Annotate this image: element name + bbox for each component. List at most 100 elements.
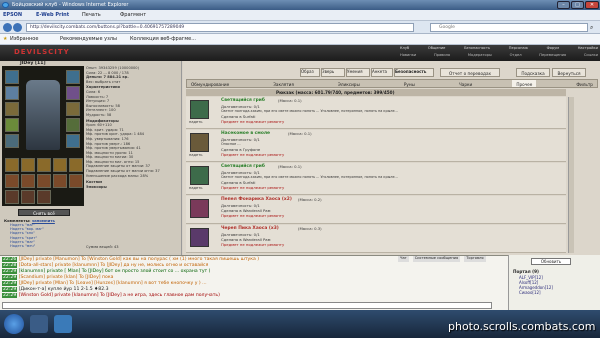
online-user[interactable]: Cwaoo[12] (519, 290, 553, 295)
tab-elixirs[interactable]: Эликсиры (334, 80, 364, 87)
favorites-bar: ★ Избранное Рекомендуемые узлы Коллекция… (0, 34, 600, 45)
tab-profile-label[interactable]: Анкета (372, 69, 387, 74)
minimize-button[interactable]: – (557, 1, 570, 9)
helmet-slot[interactable] (5, 70, 19, 84)
maximize-button[interactable]: □ (571, 1, 584, 9)
belt-slot[interactable] (5, 134, 19, 148)
section-elixirs[interactable]: Эликсиры (86, 185, 181, 190)
nav-moves[interactable]: Перемещения (539, 53, 566, 59)
favorites-item-recommended[interactable]: Рекомендуемые узлы (60, 34, 117, 45)
potion-slot-5[interactable] (69, 158, 83, 172)
chat-input[interactable] (2, 302, 492, 309)
chat-text[interactable]: [klanumnn] private [ Mlan] To [JIDey] бо… (19, 269, 211, 274)
item-action[interactable]: надеть (189, 153, 202, 157)
shield-slot[interactable] (66, 118, 80, 132)
hint-label[interactable]: Подсказка (521, 71, 544, 76)
favorites-item-webslices[interactable]: Коллекция веб-фрагме... (130, 34, 196, 45)
potion-slot-4[interactable] (53, 158, 67, 172)
refresh-button[interactable]: Обновить (531, 258, 571, 265)
nav-links[interactable]: Ссылки (584, 53, 598, 59)
explorer-icon[interactable] (30, 315, 48, 333)
item-action[interactable]: надеть (189, 186, 202, 190)
chat-tab-trade[interactable]: Торговля (464, 256, 486, 262)
scroll-slot-2[interactable] (21, 174, 35, 188)
nav-character[interactable]: Персонаж (509, 46, 528, 52)
tab-skills-label[interactable]: Умения (347, 69, 363, 74)
nav-department[interactable]: Отдел (510, 53, 522, 59)
gloves-slot[interactable] (66, 102, 80, 116)
item-thumbnail[interactable] (190, 199, 209, 218)
nav-club[interactable]: Клуб (400, 46, 409, 52)
tab-runes[interactable]: Руны (400, 80, 419, 87)
forward-icon[interactable] (13, 23, 22, 32)
eweb-print-button[interactable]: E-Web Print (36, 10, 69, 21)
nav-rules[interactable]: Правила (434, 53, 450, 59)
url-input[interactable]: http://devilscity.combats.com/buttons.pl… (26, 23, 414, 32)
scroll-slot-4[interactable] (53, 174, 67, 188)
ie-taskbar-icon[interactable] (54, 315, 72, 333)
item-name[interactable]: Светящийся гриб (221, 164, 265, 169)
nav-news[interactable]: Новинки (400, 53, 416, 59)
tab-pet-label[interactable]: Зверь (322, 69, 334, 74)
chat-tab-system[interactable]: Системные сообщения (412, 256, 461, 262)
tab-spells[interactable]: Заклятия (269, 80, 298, 87)
rune-slot-1[interactable] (5, 190, 19, 204)
back-icon[interactable] (3, 23, 12, 32)
tab-other[interactable]: Прочее (512, 80, 537, 87)
rune-slot-3[interactable] (37, 190, 51, 204)
chat-text[interactable]: [Scandium] private [klan] To [JIDey] пок… (19, 275, 114, 280)
item-thumbnail[interactable] (190, 166, 209, 185)
chat-text[interactable]: [Дикон-т-а] купле йур 11 2-1.5 ♦82.3 (19, 287, 109, 292)
item-thumbnail[interactable] (190, 228, 209, 247)
potion-slot-2[interactable] (21, 158, 35, 172)
nav-moderators[interactable]: Модераторы (468, 53, 492, 59)
search-input[interactable]: Google (430, 23, 588, 32)
tab-charms[interactable]: Чарки (455, 80, 476, 87)
item-thumbnail[interactable] (190, 133, 209, 152)
item-name[interactable]: Череп Пика Хаоса (x3) (221, 226, 279, 231)
start-icon[interactable] (4, 314, 24, 334)
nav-forum[interactable]: Форум (547, 46, 559, 52)
nav-settings[interactable]: Настройки (578, 46, 598, 52)
amulet-slot[interactable] (5, 86, 19, 100)
favorites-button[interactable]: Избранное (10, 34, 38, 45)
item-name[interactable]: Насекомое в смоле (221, 131, 270, 136)
rune-slot-2[interactable] (21, 190, 35, 204)
print-button[interactable]: Печать (82, 10, 101, 21)
tab-image-label[interactable]: Образ (301, 69, 314, 74)
tab-equipment[interactable]: Обмундирование (187, 80, 233, 87)
ring-slot[interactable] (66, 86, 80, 100)
remove-all-button[interactable]: Снять всё (18, 209, 70, 216)
chat-text[interactable]: [Winston Gold] private [klanumnn] To [JI… (19, 293, 220, 298)
search-icon[interactable]: ⌕ (590, 24, 593, 32)
scroll-slot-1[interactable] (5, 174, 19, 188)
item-name[interactable]: Пепел Фонарика Хаоса (x2) (221, 197, 292, 202)
potion-slot-1[interactable] (5, 158, 19, 172)
chat-tab-chat[interactable]: Чат (398, 256, 409, 262)
chat-tabs: Чат Системные сообщения Торговля (398, 256, 506, 262)
chat-text[interactable]: [JIDey] private [Manumon] To [Winston Go… (19, 257, 259, 262)
scroll-slot-5[interactable] (69, 174, 83, 188)
potion-slot-3[interactable] (37, 158, 51, 172)
fragment-button[interactable]: Фрагмент (120, 10, 146, 21)
earring-slot[interactable] (66, 70, 80, 84)
tab-filter[interactable]: Фильтр (572, 80, 597, 87)
weapon-slot[interactable] (5, 102, 19, 116)
chat-text[interactable]: [Dota-all-stars] private [klanumnn] To [… (19, 263, 209, 268)
close-button[interactable]: ✕ (585, 1, 599, 9)
armor-slot[interactable] (5, 118, 19, 132)
item-name[interactable]: Светящийся гриб (221, 98, 265, 103)
inventory-scrollbar[interactable] (568, 97, 574, 253)
scroll-slot-3[interactable] (37, 174, 51, 188)
transfer-report-label[interactable]: Отчет о переводах (449, 71, 491, 76)
nav-security[interactable]: Безопасность (464, 46, 490, 52)
item-thumbnail[interactable] (190, 100, 209, 119)
set-item[interactable]: Надеть "меч" (10, 244, 44, 248)
category-tabs: Обмундирование Заклятия Эликсиры Руны Ча… (186, 79, 598, 88)
item-action[interactable]: надеть (189, 120, 202, 124)
boots-slot[interactable] (66, 134, 80, 148)
tab-security-label[interactable]: Безопасность (395, 69, 426, 74)
nav-chat[interactable]: Общение (428, 46, 446, 52)
chat-text[interactable]: [JIDey] private [Mlan] To [Leave] [Hunze… (19, 281, 207, 286)
back-label[interactable]: Вернуться (557, 71, 580, 76)
